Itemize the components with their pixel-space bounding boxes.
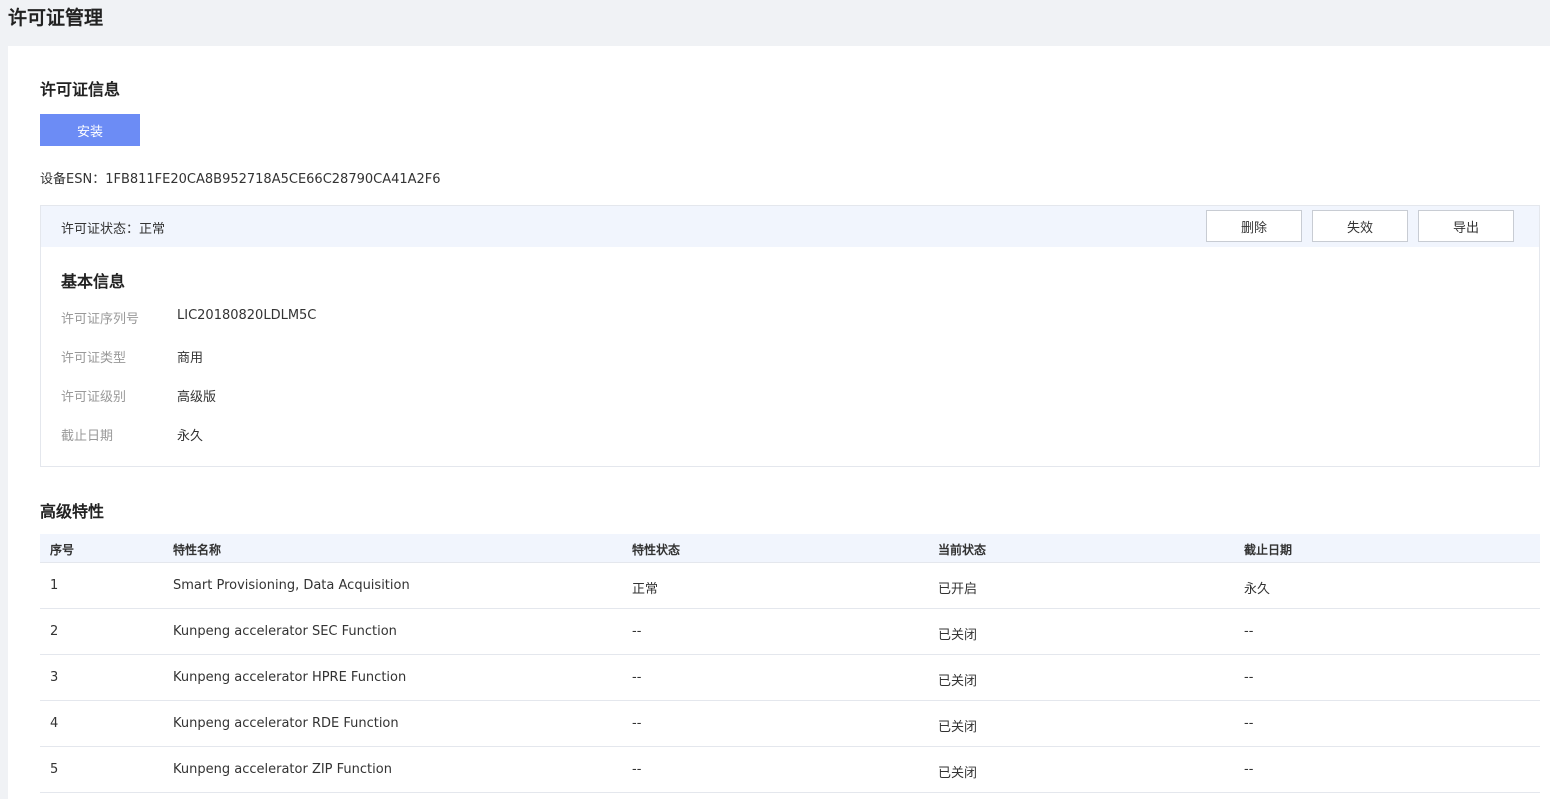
basic-info-title: 基本信息	[61, 272, 126, 291]
esn-label: 设备ESN：	[40, 172, 106, 187]
cell-expiry: 永久	[1244, 582, 1271, 597]
cell-feature-name: Kunpeng accelerator RDE Function	[173, 716, 399, 731]
cell-expiry: --	[1244, 624, 1254, 639]
invalidate-button[interactable]: 失效	[1312, 210, 1408, 242]
table-header: 序号 特性名称 特性状态 当前状态 截止日期	[40, 534, 1540, 563]
cell-current-status: 已开启	[938, 582, 978, 597]
license-level-value: 高级版	[177, 390, 217, 405]
expiry-date-value: 永久	[177, 429, 204, 444]
features-title: 高级特性	[40, 502, 105, 521]
cell-index: 5	[50, 762, 59, 777]
delete-button[interactable]: 删除	[1206, 210, 1302, 242]
cell-feature-status: --	[632, 624, 642, 639]
column-header-index: 序号	[50, 543, 75, 557]
cell-feature-status: --	[632, 716, 642, 731]
cell-feature-status: 正常	[632, 582, 659, 597]
serial-number-label: 许可证序列号	[61, 312, 140, 327]
license-status-label: 许可证状态：	[61, 222, 140, 237]
column-header-feature-status: 特性状态	[632, 543, 681, 557]
cell-current-status: 已关闭	[938, 720, 978, 735]
license-type-value: 商用	[177, 351, 204, 366]
cell-feature-name: Kunpeng accelerator HPRE Function	[173, 670, 407, 685]
serial-number-value: LIC20180820LDLM5C	[177, 308, 317, 323]
cell-feature-name: Smart Provisioning, Data Acquisition	[173, 578, 410, 593]
license-type-label: 许可证类型	[61, 351, 127, 366]
cell-index: 2	[50, 624, 59, 639]
license-status-bar: 许可证状态：正常 删除 失效 导出	[41, 206, 1539, 247]
cell-expiry: --	[1244, 762, 1254, 777]
cell-current-status: 已关闭	[938, 628, 978, 643]
features-table: 序号 特性名称 特性状态 当前状态 截止日期 1 Smart Provision…	[40, 534, 1540, 793]
license-status: 许可证状态：正常	[61, 218, 165, 237]
cell-expiry: --	[1244, 670, 1254, 685]
cell-index: 1	[50, 578, 59, 593]
column-header-name: 特性名称	[173, 543, 222, 557]
esn-value: 1FB811FE20CA8B952718A5CE66C28790CA41A2F6	[105, 172, 441, 187]
expiry-date-label: 截止日期	[61, 429, 114, 444]
cell-expiry: --	[1244, 716, 1254, 731]
cell-current-status: 已关闭	[938, 674, 978, 689]
table-row: 2 Kunpeng accelerator SEC Function -- 已关…	[40, 609, 1540, 655]
cell-index: 4	[50, 716, 59, 731]
column-header-current-status: 当前状态	[938, 543, 987, 557]
device-esn: 设备ESN：1FB811FE20CA8B952718A5CE66C28790CA…	[40, 168, 441, 187]
column-header-expiry: 截止日期	[1244, 543, 1293, 557]
license-level-label: 许可证级别	[61, 390, 127, 405]
table-row: 1 Smart Provisioning, Data Acquisition 正…	[40, 563, 1540, 609]
cell-current-status: 已关闭	[938, 766, 978, 781]
cell-feature-name: Kunpeng accelerator ZIP Function	[173, 762, 392, 777]
cell-feature-name: Kunpeng accelerator SEC Function	[173, 624, 397, 639]
license-info-title: 许可证信息	[40, 80, 121, 99]
license-detail-box: 许可证状态：正常 删除 失效 导出 基本信息 许可证序列号 LIC2018082…	[40, 205, 1540, 467]
license-card: 许可证信息 安装 设备ESN：1FB811FE20CA8B952718A5CE6…	[8, 46, 1550, 799]
cell-feature-status: --	[632, 670, 642, 685]
export-button[interactable]: 导出	[1418, 210, 1514, 242]
table-row: 3 Kunpeng accelerator HPRE Function -- 已…	[40, 655, 1540, 701]
table-row: 5 Kunpeng accelerator ZIP Function -- 已关…	[40, 747, 1540, 793]
page-title: 许可证管理	[8, 7, 104, 29]
cell-index: 3	[50, 670, 59, 685]
table-row: 4 Kunpeng accelerator RDE Function -- 已关…	[40, 701, 1540, 747]
license-status-value: 正常	[139, 222, 166, 237]
install-button[interactable]: 安装	[40, 114, 140, 146]
cell-feature-status: --	[632, 762, 642, 777]
